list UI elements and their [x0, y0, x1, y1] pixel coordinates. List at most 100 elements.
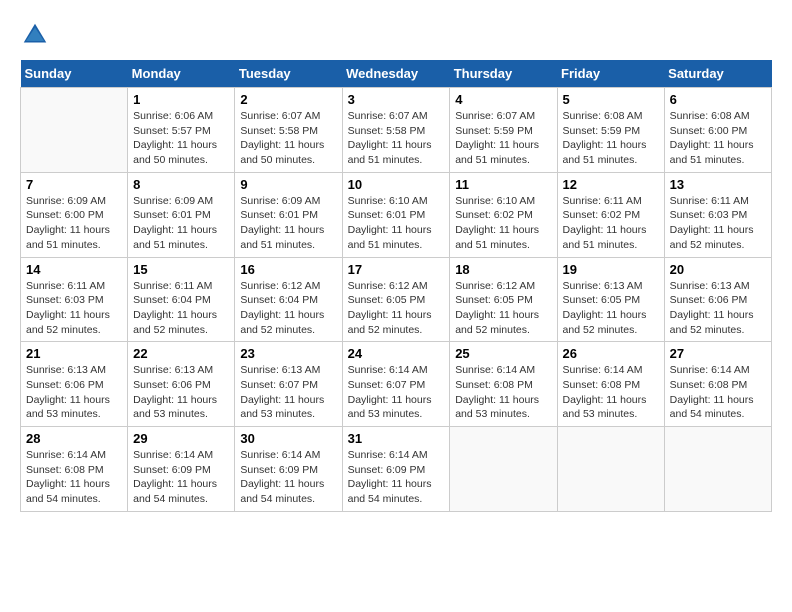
day-number: 23: [240, 346, 336, 361]
day-info: Sunrise: 6:06 AMSunset: 5:57 PMDaylight:…: [133, 109, 229, 168]
day-number: 12: [563, 177, 659, 192]
day-of-week-header: Sunday: [21, 60, 128, 88]
day-info: Sunrise: 6:11 AMSunset: 6:04 PMDaylight:…: [133, 279, 229, 338]
day-number: 8: [133, 177, 229, 192]
calendar-week-row: 14Sunrise: 6:11 AMSunset: 6:03 PMDayligh…: [21, 257, 772, 342]
calendar-cell: 9 Sunrise: 6:09 AMSunset: 6:01 PMDaylight…: [235, 172, 342, 257]
day-info: Sunrise: 6:07 AMSunset: 5:58 PMDaylight:…: [348, 109, 445, 168]
day-info: Sunrise: 6:08 AMSunset: 5:59 PMDaylight:…: [563, 109, 659, 168]
calendar-cell: 6 Sunrise: 6:08 AMSunset: 6:00 PMDaylight…: [664, 88, 771, 173]
calendar-cell: 7Sunrise: 6:09 AMSunset: 6:00 PMDaylight…: [21, 172, 128, 257]
day-number: 22: [133, 346, 229, 361]
day-of-week-header: Wednesday: [342, 60, 450, 88]
calendar-cell: [21, 88, 128, 173]
calendar-table: SundayMondayTuesdayWednesdayThursdayFrid…: [20, 60, 772, 512]
day-number: 30: [240, 431, 336, 446]
calendar-cell: 17 Sunrise: 6:12 AMSunset: 6:05 PMDayligh…: [342, 257, 450, 342]
day-info: Sunrise: 6:12 AMSunset: 6:04 PMDaylight:…: [240, 279, 336, 338]
day-number: 6: [670, 92, 766, 107]
day-info: Sunrise: 6:12 AMSunset: 6:05 PMDaylight:…: [455, 279, 551, 338]
day-number: 20: [670, 262, 766, 277]
day-of-week-header: Thursday: [450, 60, 557, 88]
calendar-cell: 3 Sunrise: 6:07 AMSunset: 5:58 PMDaylight…: [342, 88, 450, 173]
day-number: 19: [563, 262, 659, 277]
day-info: Sunrise: 6:09 AMSunset: 6:01 PMDaylight:…: [133, 194, 229, 253]
day-info: Sunrise: 6:13 AMSunset: 6:06 PMDaylight:…: [670, 279, 766, 338]
calendar-cell: [664, 427, 771, 512]
calendar-cell: 2 Sunrise: 6:07 AMSunset: 5:58 PMDaylight…: [235, 88, 342, 173]
calendar-cell: 14Sunrise: 6:11 AMSunset: 6:03 PMDayligh…: [21, 257, 128, 342]
calendar-cell: 28 Sunrise: 6:14 AMSunset: 6:08 PMDayligh…: [21, 427, 128, 512]
calendar-week-row: 7Sunrise: 6:09 AMSunset: 6:00 PMDaylight…: [21, 172, 772, 257]
day-of-week-header: Saturday: [664, 60, 771, 88]
calendar-cell: 25Sunrise: 6:14 AMSunset: 6:08 PMDayligh…: [450, 342, 557, 427]
day-info: Sunrise: 6:07 AMSunset: 5:59 PMDaylight:…: [455, 109, 551, 168]
calendar-cell: 5Sunrise: 6:08 AMSunset: 5:59 PMDaylight…: [557, 88, 664, 173]
page-header: [20, 20, 772, 50]
day-info: Sunrise: 6:11 AMSunset: 6:03 PMDaylight:…: [26, 279, 122, 338]
day-info: Sunrise: 6:14 AMSunset: 6:09 PMDaylight:…: [133, 448, 229, 507]
day-number: 11: [455, 177, 551, 192]
day-of-week-header: Monday: [128, 60, 235, 88]
day-number: 15: [133, 262, 229, 277]
day-number: 17: [348, 262, 445, 277]
day-info: Sunrise: 6:07 AMSunset: 5:58 PMDaylight:…: [240, 109, 336, 168]
day-info: Sunrise: 6:13 AMSunset: 6:07 PMDaylight:…: [240, 363, 336, 422]
calendar-cell: [557, 427, 664, 512]
calendar-cell: 31 Sunrise: 6:14 AMSunset: 6:09 PMDayligh…: [342, 427, 450, 512]
calendar-cell: 27 Sunrise: 6:14 AMSunset: 6:08 PMDayligh…: [664, 342, 771, 427]
day-number: 13: [670, 177, 766, 192]
calendar-cell: 23 Sunrise: 6:13 AMSunset: 6:07 PMDayligh…: [235, 342, 342, 427]
day-info: Sunrise: 6:09 AMSunset: 6:01 PMDaylight:…: [240, 194, 336, 253]
day-number: 2: [240, 92, 336, 107]
calendar-cell: 10 Sunrise: 6:10 AMSunset: 6:01 PMDayligh…: [342, 172, 450, 257]
day-number: 27: [670, 346, 766, 361]
day-number: 9: [240, 177, 336, 192]
day-number: 16: [240, 262, 336, 277]
day-info: Sunrise: 6:10 AMSunset: 6:01 PMDaylight:…: [348, 194, 445, 253]
calendar-header-row: SundayMondayTuesdayWednesdayThursdayFrid…: [21, 60, 772, 88]
calendar-cell: 21 Sunrise: 6:13 AMSunset: 6:06 PMDayligh…: [21, 342, 128, 427]
day-number: 7: [26, 177, 122, 192]
day-info: Sunrise: 6:13 AMSunset: 6:06 PMDaylight:…: [133, 363, 229, 422]
day-number: 18: [455, 262, 551, 277]
day-info: Sunrise: 6:14 AMSunset: 6:07 PMDaylight:…: [348, 363, 445, 422]
day-info: Sunrise: 6:08 AMSunset: 6:00 PMDaylight:…: [670, 109, 766, 168]
calendar-cell: 26Sunrise: 6:14 AMSunset: 6:08 PMDayligh…: [557, 342, 664, 427]
day-info: Sunrise: 6:14 AMSunset: 6:08 PMDaylight:…: [455, 363, 551, 422]
calendar-week-row: 28 Sunrise: 6:14 AMSunset: 6:08 PMDayligh…: [21, 427, 772, 512]
day-number: 1: [133, 92, 229, 107]
day-info: Sunrise: 6:10 AMSunset: 6:02 PMDaylight:…: [455, 194, 551, 253]
day-info: Sunrise: 6:14 AMSunset: 6:09 PMDaylight:…: [348, 448, 445, 507]
calendar-cell: 11 Sunrise: 6:10 AMSunset: 6:02 PMDayligh…: [450, 172, 557, 257]
calendar-cell: 1 Sunrise: 6:06 AMSunset: 5:57 PMDaylight…: [128, 88, 235, 173]
calendar-cell: 12 Sunrise: 6:11 AMSunset: 6:02 PMDayligh…: [557, 172, 664, 257]
day-info: Sunrise: 6:12 AMSunset: 6:05 PMDaylight:…: [348, 279, 445, 338]
day-info: Sunrise: 6:14 AMSunset: 6:08 PMDaylight:…: [26, 448, 122, 507]
calendar-week-row: 1 Sunrise: 6:06 AMSunset: 5:57 PMDaylight…: [21, 88, 772, 173]
calendar-cell: 29Sunrise: 6:14 AMSunset: 6:09 PMDayligh…: [128, 427, 235, 512]
logo: [20, 20, 54, 50]
calendar-cell: 20 Sunrise: 6:13 AMSunset: 6:06 PMDayligh…: [664, 257, 771, 342]
calendar-cell: 16 Sunrise: 6:12 AMSunset: 6:04 PMDayligh…: [235, 257, 342, 342]
day-number: 24: [348, 346, 445, 361]
day-number: 4: [455, 92, 551, 107]
day-info: Sunrise: 6:13 AMSunset: 6:05 PMDaylight:…: [563, 279, 659, 338]
calendar-cell: 18 Sunrise: 6:12 AMSunset: 6:05 PMDayligh…: [450, 257, 557, 342]
calendar-cell: 22 Sunrise: 6:13 AMSunset: 6:06 PMDayligh…: [128, 342, 235, 427]
day-number: 31: [348, 431, 445, 446]
day-number: 21: [26, 346, 122, 361]
day-number: 10: [348, 177, 445, 192]
day-info: Sunrise: 6:14 AMSunset: 6:09 PMDaylight:…: [240, 448, 336, 507]
calendar-cell: 13Sunrise: 6:11 AMSunset: 6:03 PMDayligh…: [664, 172, 771, 257]
day-number: 28: [26, 431, 122, 446]
day-number: 3: [348, 92, 445, 107]
calendar-week-row: 21 Sunrise: 6:13 AMSunset: 6:06 PMDayligh…: [21, 342, 772, 427]
day-info: Sunrise: 6:13 AMSunset: 6:06 PMDaylight:…: [26, 363, 122, 422]
calendar-cell: [450, 427, 557, 512]
calendar-cell: 24 Sunrise: 6:14 AMSunset: 6:07 PMDayligh…: [342, 342, 450, 427]
calendar-cell: 15 Sunrise: 6:11 AMSunset: 6:04 PMDayligh…: [128, 257, 235, 342]
day-info: Sunrise: 6:14 AMSunset: 6:08 PMDaylight:…: [670, 363, 766, 422]
day-info: Sunrise: 6:11 AMSunset: 6:02 PMDaylight:…: [563, 194, 659, 253]
day-of-week-header: Friday: [557, 60, 664, 88]
